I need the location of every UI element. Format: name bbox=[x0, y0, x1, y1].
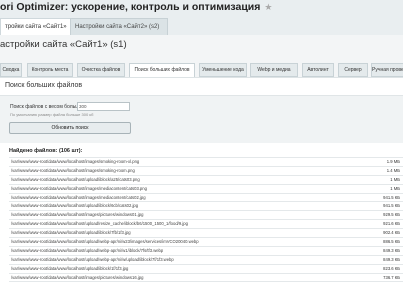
table-row: /var/www/www-root/data/www/localhost/upl… bbox=[9, 265, 403, 274]
section-title: Поиск больших файлов bbox=[5, 82, 83, 89]
file-path: /var/www/www-root/data/www/localhost/ima… bbox=[11, 185, 147, 191]
settings-subtitle: астройки сайта «Сайт1» (s1) bbox=[0, 39, 127, 50]
file-size: 1.4 МБ bbox=[386, 167, 400, 173]
file-size: 886.5 КБ bbox=[383, 239, 400, 245]
file-path: /var/www/www-root/data/www/localhost/upl… bbox=[11, 176, 140, 182]
file-path: /var/www/www-root/data/www/localhost/ima… bbox=[11, 212, 144, 218]
tab-autolint[interactable]: Автолинт bbox=[302, 63, 334, 77]
file-path: /var/www/www-root/data/www/localhost/ima… bbox=[11, 159, 140, 164]
file-path: /var/www/www-root/data/www/localhost/upl… bbox=[11, 256, 174, 262]
tab-webp-media[interactable]: Webp и медиа bbox=[250, 63, 298, 77]
table-row: /var/www/www-root/data/www/localhost/ima… bbox=[9, 211, 403, 221]
files-table: /var/www/www-root/data/www/localhost/ima… bbox=[9, 157, 403, 283]
tab-file-cleanup[interactable]: Очистка файлов bbox=[77, 63, 125, 77]
tab-code-minify[interactable]: Уменьшение кода bbox=[199, 63, 247, 77]
file-size: 902.4 КБ bbox=[383, 230, 400, 236]
min-size-hint: По умолчанию размер файла больше 300 кб bbox=[10, 112, 94, 117]
refresh-search-button[interactable]: Обновить поиск bbox=[9, 122, 131, 134]
tab-summary[interactable]: Сводка bbox=[0, 63, 22, 77]
tab-site1-settings[interactable]: тройки сайта «Сайт1» bbox=[0, 18, 74, 35]
page-title: ori Optimizer: ускорение, контроль и опт… bbox=[0, 1, 272, 19]
file-size: 941.5 КБ bbox=[383, 203, 400, 209]
file-size: 823.6 КБ bbox=[383, 265, 400, 271]
table-row: /var/www/www-root/data/www/localhost/upl… bbox=[9, 247, 403, 256]
search-form: Поиск файлов с весом больше (кб): 300 По… bbox=[0, 96, 403, 143]
table-row: /var/www/www-root/data/www/localhost/upl… bbox=[9, 229, 403, 239]
file-path: /var/www/www-root/data/www/localhost/ima… bbox=[11, 274, 144, 280]
table-row: /var/www/www-root/data/www/localhost/ima… bbox=[9, 185, 403, 194]
file-size: 1 МБ bbox=[390, 185, 400, 191]
file-path: /var/www/www-root/data/www/localhost/upl… bbox=[11, 221, 188, 227]
table-row: /var/www/www-root/data/www/localhost/ima… bbox=[9, 157, 403, 167]
table-row: /var/www/www-root/data/www/localhost/upl… bbox=[9, 202, 403, 212]
file-size: 921.6 КБ bbox=[383, 221, 400, 227]
favorite-star-icon[interactable]: ★ bbox=[264, 2, 272, 12]
min-size-input[interactable]: 300 bbox=[77, 102, 130, 111]
file-path: /var/www/www-root/data/www/localhost/upl… bbox=[11, 265, 129, 271]
file-size: 1.9 МБ bbox=[386, 159, 400, 164]
table-row: /var/www/www-root/data/www/localhost/upl… bbox=[9, 256, 403, 265]
tab-site2-settings[interactable]: Настройки сайта «Сайт2» (s2) bbox=[70, 18, 168, 36]
file-path: /var/www/www-root/data/www/localhost/ima… bbox=[11, 194, 146, 200]
table-row: /var/www/www-root/data/www/localhost/upl… bbox=[9, 176, 403, 185]
file-size: 849.3 КБ bbox=[383, 256, 400, 262]
table-row: /var/www/www-root/data/www/localhost/upl… bbox=[9, 220, 403, 230]
tab-space-control[interactable]: Контроль места bbox=[27, 63, 73, 77]
file-path: /var/www/www-root/data/www/localhost/upl… bbox=[11, 203, 139, 209]
table-row: /var/www/www-root/data/www/localhost/ima… bbox=[9, 167, 403, 176]
table-row: /var/www/www-root/data/www/localhost/upl… bbox=[9, 238, 403, 247]
tab-large-file-search[interactable]: Поиск больших файлов bbox=[129, 63, 195, 77]
file-path: /var/www/www-root/data/www/localhost/ima… bbox=[11, 167, 135, 173]
file-size: 929.5 КБ bbox=[383, 212, 400, 218]
file-path: /var/www/www-root/data/www/localhost/upl… bbox=[11, 230, 131, 236]
table-row: /var/www/www-root/data/www/localhost/ima… bbox=[9, 274, 403, 283]
page-title-text: ori Optimizer: ускорение, контроль и опт… bbox=[0, 1, 261, 13]
file-path: /var/www/www-root/data/www/localhost/upl… bbox=[11, 239, 199, 245]
file-size: 1 МБ bbox=[390, 176, 400, 182]
file-size: 849.3 КБ bbox=[383, 247, 400, 253]
module-nav-tabs: Сводка Контроль места Очистка файлов Пои… bbox=[0, 63, 403, 77]
file-size: 941.5 КБ bbox=[383, 194, 400, 200]
file-path: /var/www/www-root/data/www/localhost/upl… bbox=[11, 247, 164, 253]
large-files-panel: Поиск больших файлов Поиск файлов с весо… bbox=[0, 77, 403, 295]
file-size: 736.7 КБ bbox=[383, 274, 400, 280]
table-row: /var/www/www-root/data/www/localhost/ima… bbox=[9, 194, 403, 203]
tab-manual-check[interactable]: Ручная провер bbox=[371, 63, 403, 77]
found-count: Найдено файлов: (106 шт): bbox=[9, 148, 83, 154]
tab-server[interactable]: Сервер bbox=[338, 63, 368, 77]
settings-content: астройки сайта «Сайт1» (s1) Сводка Контр… bbox=[0, 35, 403, 295]
